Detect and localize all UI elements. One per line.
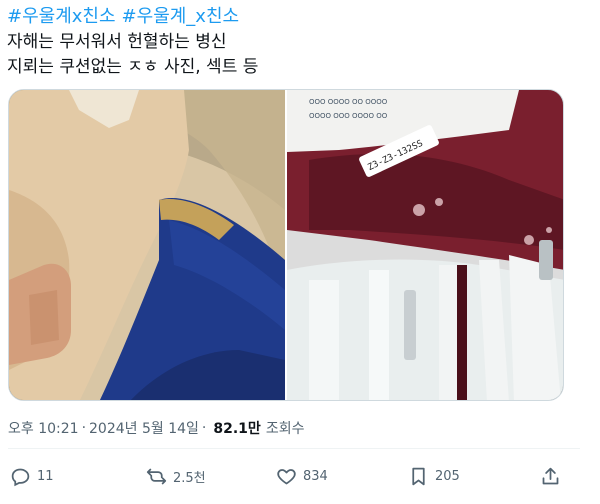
meta-separator: · [81,420,87,436]
svg-text:OOO OOOO OO OOOO: OOO OOOO OO OOOO [309,98,388,106]
like-count: 834 [303,468,328,484]
hashtag-row: #우울계x친소 #우울계_x친소 [7,4,587,30]
post-date[interactable]: 2024년 5월 14일 [89,418,199,438]
svg-text:OOOO OOO OOOO OO: OOOO OOO OOOO OO [309,112,388,120]
hashtag-link[interactable]: #우울계_x친소 [122,6,240,27]
repost-button[interactable]: 2.5천 [146,462,206,490]
post-time[interactable]: 오후 10:21 [8,418,79,438]
post-text-line: 지뢰는 쿠션없는 ㅈㅎ 사진, 섹트 등 [7,57,259,77]
post-media[interactable]: OOO OOOO OO OOOO OOOO OOO OOOO OO Z3-Z3-… [8,89,564,401]
meta-separator: · [201,420,207,436]
hashtag-link[interactable]: #우울계x친소 [7,6,116,27]
reply-icon [11,468,30,486]
photo-blood-bag[interactable]: OOO OOOO OO OOOO OOOO OOO OOOO OO Z3-Z3-… [287,90,564,401]
post-card: #우울계x친소 #우울계_x친소 자해는 무서워서 헌혈하는 병신 지뢰는 쿠션없… [0,0,600,504]
action-bar: 11 2.5천 834 205 [8,462,564,490]
repost-icon [146,468,167,484]
share-icon [542,467,559,484]
reply-count: 11 [37,468,54,484]
reply-button[interactable]: 11 [10,462,54,490]
views-label: 조회수 [265,421,305,437]
post-text: #우울계x친소 #우울계_x친소 자해는 무서워서 헌혈하는 병신 지뢰는 쿠션없… [7,4,587,80]
photo-arm[interactable] [9,90,285,401]
like-button[interactable]: 834 [276,462,328,490]
share-button[interactable] [540,462,567,490]
repost-count: 2.5천 [173,470,206,486]
views-count: 82.1만 [213,421,261,437]
bookmark-icon [412,467,425,485]
post-meta: 오후 10:21 · 2024년 5월 14일 · 82.1만 조회수 [8,418,304,438]
divider [8,448,580,449]
bookmark-count: 205 [435,468,460,484]
post-text-line: 자해는 무서워서 헌혈하는 병신 [7,32,227,52]
like-icon [277,468,296,484]
bookmark-button[interactable]: 205 [408,462,460,490]
